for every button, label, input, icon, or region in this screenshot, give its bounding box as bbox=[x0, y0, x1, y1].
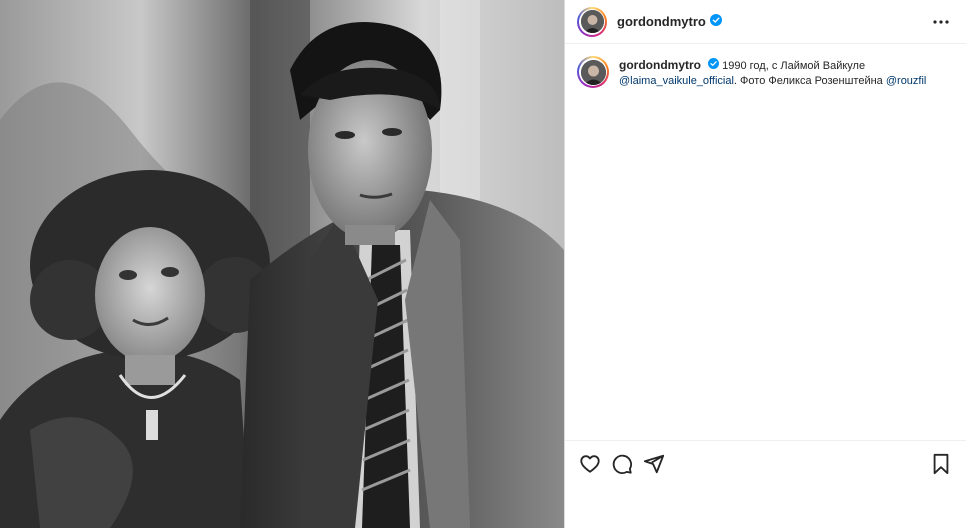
comment-icon[interactable] bbox=[609, 451, 635, 477]
bookmark-icon[interactable] bbox=[928, 451, 954, 477]
photo-image bbox=[0, 0, 564, 528]
more-options-icon[interactable] bbox=[930, 11, 952, 33]
header-username[interactable]: gordondmytro bbox=[617, 14, 706, 29]
post-photo[interactable] bbox=[0, 0, 564, 528]
instagram-post: gordondmytro gordondmytro 1990 год, с Ла… bbox=[0, 0, 966, 528]
heart-icon[interactable] bbox=[577, 451, 603, 477]
avatar[interactable] bbox=[577, 6, 607, 37]
mention-link[interactable]: @laima_vaikule_official bbox=[619, 75, 734, 87]
post-actions bbox=[565, 440, 966, 528]
caption-avatar[interactable] bbox=[577, 56, 609, 88]
avatar-image bbox=[580, 10, 604, 33]
verified-badge-icon bbox=[708, 58, 720, 74]
caption-text: gordondmytro 1990 год, с Лаймой Вайкуле … bbox=[619, 56, 926, 89]
avatar-image bbox=[580, 59, 606, 85]
caption-username[interactable]: gordondmytro bbox=[619, 58, 701, 72]
caption-main-text: 1990 год, с Лаймой Вайкуле bbox=[722, 60, 866, 72]
caption-mid-text: . Фото Феликса Розенштейна bbox=[733, 75, 886, 88]
mention-link[interactable]: @rouzfil bbox=[886, 75, 927, 87]
verified-badge-icon bbox=[709, 13, 722, 31]
share-icon[interactable] bbox=[641, 451, 667, 477]
post-header: gordondmytro bbox=[565, 0, 966, 44]
post-caption: gordondmytro 1990 год, с Лаймой Вайкуле … bbox=[565, 44, 966, 89]
post-side-panel: gordondmytro gordondmytro 1990 год, с Ла… bbox=[564, 0, 966, 528]
